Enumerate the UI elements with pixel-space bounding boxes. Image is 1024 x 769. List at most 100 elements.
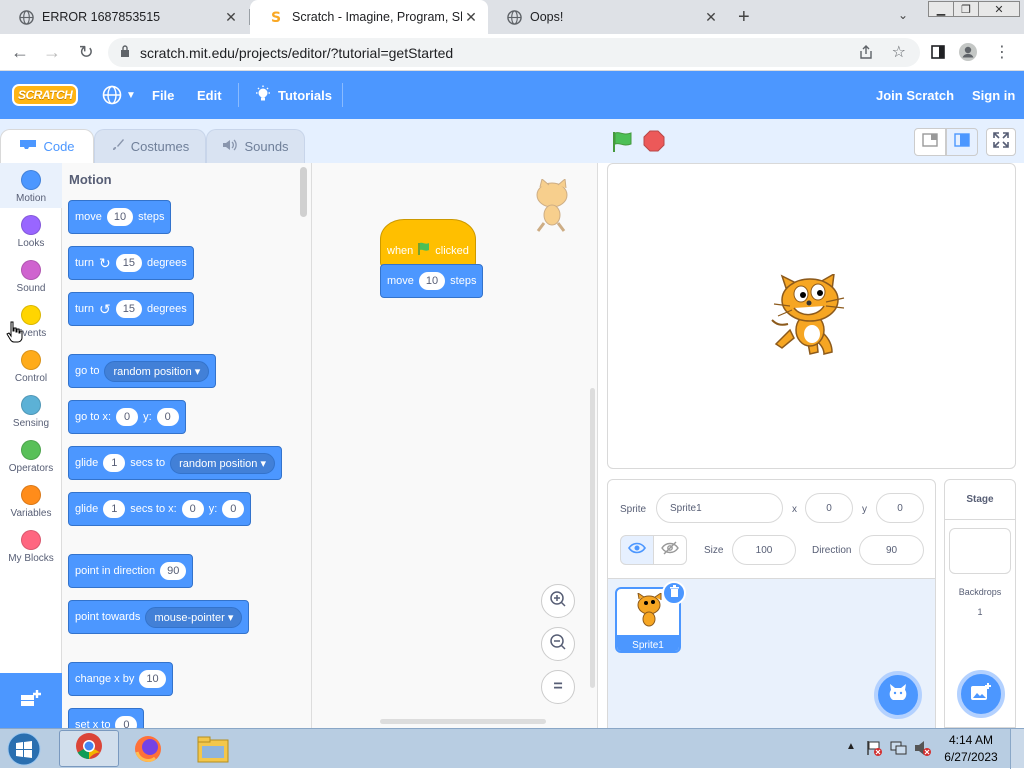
show-sprite-button[interactable] bbox=[620, 535, 654, 565]
point-towards-dropdown[interactable]: mouse-pointer ▾ bbox=[145, 606, 243, 628]
tab-error[interactable]: ERROR 1687853515 ✕ bbox=[0, 0, 248, 34]
y-input[interactable]: 0 bbox=[876, 493, 924, 523]
add-extension-button[interactable] bbox=[0, 673, 62, 728]
script-steps-input[interactable]: 10 bbox=[418, 272, 446, 290]
change-x-input[interactable]: 10 bbox=[139, 670, 166, 688]
glide-dropdown[interactable]: random position ▾ bbox=[170, 452, 275, 474]
tab-close-icon[interactable]: ✕ bbox=[462, 9, 480, 26]
clock-date[interactable]: 6/27/2023 bbox=[940, 750, 1002, 764]
category-control[interactable]: Control bbox=[0, 343, 62, 388]
go-to-dropdown[interactable]: random position ▾ bbox=[104, 360, 210, 382]
sign-in-link[interactable]: Sign in bbox=[972, 71, 1015, 119]
palette-scrollbar[interactable] bbox=[300, 167, 307, 217]
block-point-in-direction[interactable]: point in direction 90 bbox=[68, 554, 194, 588]
tutorials-button[interactable]: Tutorials bbox=[254, 71, 332, 119]
fullscreen-button[interactable] bbox=[986, 128, 1016, 156]
share-icon[interactable] bbox=[858, 44, 874, 63]
minimize-button[interactable]: ▁ bbox=[928, 1, 954, 17]
tab-close-icon[interactable]: ✕ bbox=[222, 9, 240, 26]
steps-input[interactable]: 10 bbox=[106, 208, 134, 226]
kebab-menu-icon[interactable]: ⋮ bbox=[990, 40, 1014, 64]
stage-thumbnail[interactable] bbox=[949, 528, 1011, 574]
size-input[interactable]: 100 bbox=[732, 535, 796, 565]
back-arrow-icon[interactable]: ← bbox=[8, 40, 32, 64]
zoom-in-button[interactable] bbox=[541, 584, 575, 618]
hat-block-when-flag-clicked[interactable]: when clicked bbox=[380, 219, 476, 267]
block-point-towards[interactable]: point towards mouse-pointer ▾ bbox=[68, 600, 250, 634]
cat-sprite[interactable] bbox=[768, 272, 856, 369]
category-my-blocks[interactable]: My Blocks bbox=[0, 523, 62, 568]
degrees-input[interactable]: 15 bbox=[115, 300, 142, 318]
block-glide-to[interactable]: glide 1 secs to random position ▾ bbox=[68, 446, 282, 480]
delete-sprite-button[interactable] bbox=[662, 581, 686, 605]
scratch-logo[interactable]: SCRATCH bbox=[12, 71, 79, 119]
tray-expand-icon[interactable]: ▲ bbox=[846, 741, 856, 752]
stage-selector[interactable]: Stage Backdrops 1 bbox=[944, 479, 1016, 728]
zoom-out-button[interactable] bbox=[541, 627, 575, 661]
tab-code[interactable]: Code bbox=[0, 129, 94, 163]
block-glide-to-xy[interactable]: glide 1 secs to x: 0 y: 0 bbox=[68, 492, 252, 526]
script-horizontal-scrollbar[interactable] bbox=[380, 719, 546, 724]
file-menu[interactable]: File bbox=[152, 71, 174, 119]
green-flag-button[interactable] bbox=[611, 131, 635, 158]
language-globe-icon[interactable]: ▼ bbox=[102, 71, 136, 119]
show-desktop-button[interactable] bbox=[1010, 729, 1024, 769]
x-input[interactable]: 0 bbox=[116, 408, 139, 426]
script-area[interactable]: when clicked move 10 steps = bbox=[312, 163, 598, 728]
category-motion[interactable]: Motion bbox=[0, 163, 62, 208]
address-bar[interactable]: scratch.mit.edu/projects/editor/?tutoria… bbox=[108, 38, 920, 67]
close-window-button[interactable]: ✕ bbox=[978, 1, 1020, 17]
volume-muted-icon[interactable] bbox=[914, 740, 932, 761]
category-sensing[interactable]: Sensing bbox=[0, 388, 62, 433]
tab-scratch[interactable]: S Scratch - Imagine, Program, Shar ✕ bbox=[250, 0, 488, 34]
side-panel-icon[interactable] bbox=[926, 40, 950, 64]
secs-input[interactable]: 1 bbox=[103, 500, 126, 518]
tab-costumes[interactable]: Costumes bbox=[94, 129, 206, 163]
bookmark-star-icon[interactable]: ☆ bbox=[892, 42, 906, 62]
tab-sounds[interactable]: Sounds bbox=[206, 129, 305, 163]
block-turn-right[interactable]: turn ↻ 15 degrees bbox=[68, 246, 194, 280]
category-operators[interactable]: Operators bbox=[0, 433, 62, 478]
large-stage-button[interactable] bbox=[946, 128, 978, 156]
start-button[interactable] bbox=[4, 730, 44, 768]
category-variables[interactable]: Variables bbox=[0, 478, 62, 523]
firefox-icon[interactable] bbox=[133, 734, 163, 769]
set-x-input[interactable]: 0 bbox=[115, 716, 138, 728]
reload-icon[interactable]: ↻ bbox=[74, 40, 98, 64]
taskbar-chrome[interactable] bbox=[59, 730, 119, 767]
tab-close-icon[interactable]: ✕ bbox=[702, 9, 720, 26]
block-move-steps[interactable]: move 10 steps bbox=[68, 200, 172, 234]
file-explorer-icon[interactable] bbox=[196, 734, 230, 769]
small-stage-button[interactable] bbox=[914, 128, 946, 156]
stage-canvas[interactable] bbox=[607, 163, 1016, 469]
choose-sprite-button[interactable] bbox=[874, 671, 922, 719]
action-center-flag-icon[interactable] bbox=[866, 740, 882, 761]
new-tab-button[interactable]: + bbox=[738, 6, 750, 29]
script-block-move-steps[interactable]: move 10 steps bbox=[380, 264, 484, 298]
x-input[interactable]: 0 bbox=[181, 500, 204, 518]
secs-input[interactable]: 1 bbox=[103, 454, 126, 472]
network-icon[interactable] bbox=[890, 740, 908, 761]
category-looks[interactable]: Looks bbox=[0, 208, 62, 253]
profile-avatar-icon[interactable] bbox=[956, 40, 980, 64]
category-sound[interactable]: Sound bbox=[0, 253, 62, 298]
block-set-x[interactable]: set x to 0 bbox=[68, 708, 145, 728]
direction-input[interactable]: 90 bbox=[859, 535, 924, 565]
tab-search-chevron-icon[interactable]: ⌄ bbox=[898, 8, 908, 22]
y-input[interactable]: 0 bbox=[156, 408, 179, 426]
script-vertical-scrollbar[interactable] bbox=[590, 388, 595, 688]
join-scratch-link[interactable]: Join Scratch bbox=[876, 71, 954, 119]
degrees-input[interactable]: 15 bbox=[115, 254, 142, 272]
choose-backdrop-button[interactable] bbox=[957, 670, 1005, 718]
tab-oops[interactable]: Oops! ✕ bbox=[488, 0, 728, 34]
zoom-reset-button[interactable]: = bbox=[541, 670, 575, 704]
sprite-name-input[interactable]: Sprite1 bbox=[656, 493, 783, 523]
hide-sprite-button[interactable] bbox=[653, 535, 687, 565]
block-go-to[interactable]: go to random position ▾ bbox=[68, 354, 217, 388]
y-input[interactable]: 0 bbox=[222, 500, 245, 518]
stop-button[interactable] bbox=[643, 130, 665, 157]
direction-input[interactable]: 90 bbox=[160, 562, 187, 580]
forward-arrow-icon[interactable]: → bbox=[40, 40, 64, 64]
x-input[interactable]: 0 bbox=[805, 493, 853, 523]
clock-time[interactable]: 4:14 AM bbox=[940, 733, 1002, 747]
